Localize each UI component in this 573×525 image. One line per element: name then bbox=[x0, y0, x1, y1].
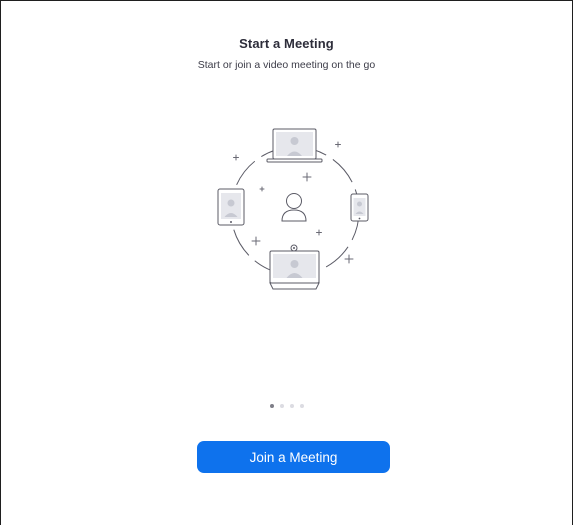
page-dot-4[interactable] bbox=[299, 404, 304, 408]
page-indicator bbox=[1, 404, 572, 408]
center-user-icon bbox=[281, 193, 307, 222]
page-dot-3[interactable] bbox=[289, 404, 294, 408]
video-meeting-devices-illustration bbox=[217, 128, 369, 290]
page-dot-1[interactable] bbox=[269, 404, 274, 408]
page-subtitle: Start or join a video meeting on the go bbox=[197, 59, 376, 71]
laptop-icon bbox=[266, 128, 323, 163]
page-dot-2[interactable] bbox=[279, 404, 284, 408]
room-display-icon bbox=[269, 244, 320, 290]
phone-icon bbox=[350, 193, 369, 222]
page-title: Start a Meeting bbox=[239, 36, 334, 51]
join-meeting-button[interactable]: Join a Meeting bbox=[197, 441, 390, 473]
app-window: Start a Meeting Start or join a video me… bbox=[0, 0, 573, 525]
tablet-icon bbox=[217, 188, 245, 226]
